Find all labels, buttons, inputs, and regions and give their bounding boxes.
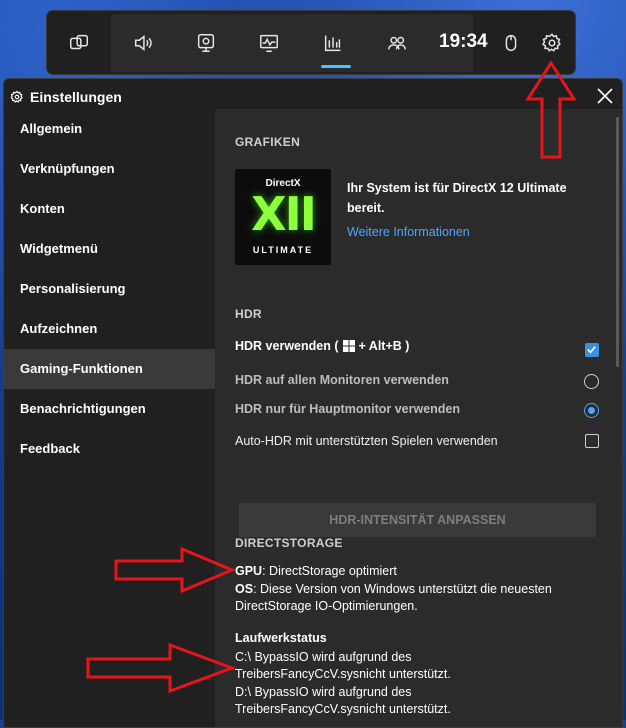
annotation-arrow-drive	[86, 642, 236, 694]
checkmark-icon	[587, 346, 596, 354]
nav-item-benachrichtigungen[interactable]: Benachrichtigungen	[4, 389, 215, 429]
os-text: : Diese Version von Windows unterstützt …	[253, 582, 552, 596]
drive-status-heading: Laufwerkstatus	[235, 631, 327, 645]
os-label: OS	[235, 582, 254, 596]
use-hdr-shortcut: + Alt+B )	[358, 339, 410, 353]
window-title: Einstellungen	[30, 89, 122, 105]
gear-icon[interactable]	[540, 31, 564, 55]
hdr-main-monitor-radio[interactable]	[584, 403, 599, 418]
nav-item-verknuepfungen[interactable]: Verknüpfungen	[4, 149, 215, 189]
mouse-icon[interactable]	[499, 31, 523, 55]
gpu-text: : DirectStorage optimiert	[262, 564, 397, 578]
gear-icon	[10, 90, 23, 103]
active-tab-indicator	[321, 65, 351, 68]
nav-item-gaming-funktionen[interactable]: Gaming-Funktionen	[4, 349, 215, 389]
directx-status-line1: Ihr System ist für DirectX 12 Ultimate	[347, 181, 567, 195]
hdr-intensity-button[interactable]: HDR-INTENSITÄT ANPASSEN	[239, 503, 596, 537]
resources-icon[interactable]	[321, 31, 345, 55]
widget-icon[interactable]	[67, 31, 91, 55]
scrollbar[interactable]	[616, 117, 619, 367]
drive-c-line1: C:\ BypassIO wird aufgrund des	[235, 650, 412, 664]
close-icon	[597, 88, 613, 104]
os-status-line2: DirectStorage IO-Optimierungen.	[235, 599, 418, 613]
drive-d-line2: TreibersFancyCcV.sysnicht unterstützt.	[235, 702, 451, 716]
windows-key-icon	[342, 340, 355, 352]
close-button[interactable]	[594, 85, 616, 107]
more-info-link[interactable]: Weitere Informationen	[347, 225, 470, 239]
hdr-all-monitors-radio[interactable]	[584, 374, 599, 389]
nav-item-aufzeichnen[interactable]: Aufzeichnen	[4, 309, 215, 349]
nav-item-allgemein[interactable]: Allgemein	[4, 109, 215, 149]
use-hdr-row: HDR verwenden ( + Alt+B )	[235, 339, 409, 353]
annotation-arrow-gpu	[114, 546, 236, 594]
game-bar-widgets	[111, 14, 473, 72]
drive-c-line2: TreibersFancyCcV.sysnicht unterstützt.	[235, 667, 451, 681]
social-icon[interactable]	[385, 31, 409, 55]
directx-status-line2: bereit.	[347, 201, 385, 215]
use-hdr-label: HDR verwenden (	[235, 339, 339, 353]
nav-item-widgetmenue[interactable]: Widgetmenü	[4, 229, 215, 269]
nav-item-feedback[interactable]: Feedback	[4, 429, 215, 469]
clock: 19:34	[439, 31, 488, 52]
settings-window: Einstellungen Allgemein Verknüpfungen Ko…	[3, 78, 623, 728]
gpu-label: GPU	[235, 564, 263, 578]
window-title-bar: Einstellungen	[10, 89, 122, 105]
directx-logo: DirectX XII ULTIMATE	[235, 169, 331, 265]
section-heading-grafiken: GRAFIKEN	[235, 135, 301, 149]
capture-icon[interactable]	[194, 31, 218, 55]
drive-d-line1: D:\ BypassIO wird aufgrund des	[235, 685, 412, 699]
annotation-arrow-up	[525, 60, 577, 159]
section-heading-directstorage: DIRECTSTORAGE	[235, 536, 343, 550]
auto-hdr-checkbox[interactable]	[585, 434, 599, 448]
hdr-all-monitors-label: HDR auf allen Monitoren verwenden	[235, 373, 449, 387]
hdr-main-monitor-label: HDR nur für Hauptmonitor verwenden	[235, 402, 461, 416]
game-bar: 19:34	[46, 10, 576, 75]
logo-big-text: XII	[251, 187, 317, 241]
nav-item-personalisierung[interactable]: Personalisierung	[4, 269, 215, 309]
os-status: OS: Diese Version von Windows unterstütz…	[235, 582, 552, 596]
section-heading-hdr: HDR	[235, 307, 262, 321]
logo-bottom-text: ULTIMATE	[252, 245, 314, 255]
settings-nav: Allgemein Verknüpfungen Konten Widgetmen…	[4, 109, 215, 469]
gpu-status: GPU: DirectStorage optimiert	[235, 564, 397, 578]
settings-content: GRAFIKEN DirectX XII ULTIMATE Ihr System…	[215, 109, 622, 727]
volume-icon[interactable]	[131, 31, 155, 55]
performance-icon[interactable]	[257, 31, 281, 55]
auto-hdr-label: Auto-HDR mit unterstützten Spielen verwe…	[235, 434, 498, 448]
use-hdr-checkbox[interactable]	[585, 343, 599, 357]
nav-item-konten[interactable]: Konten	[4, 189, 215, 229]
